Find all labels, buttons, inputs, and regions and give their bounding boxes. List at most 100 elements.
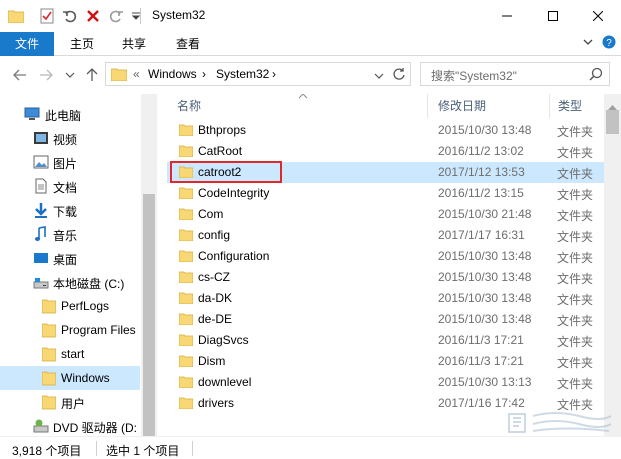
minimize-button[interactable] [484, 0, 530, 32]
file-name: Dism [198, 354, 226, 368]
properties-icon[interactable] [37, 6, 57, 26]
help-icon[interactable]: ? [602, 35, 616, 52]
file-row[interactable]: CatRoot 2016/11/2 13:02 文件夹 [167, 141, 605, 162]
file-row[interactable]: Configuration 2015/10/30 13:48 文件夹 [167, 246, 605, 267]
file-date: 2015/10/30 21:48 [438, 207, 532, 221]
title-bar: System32 [0, 0, 621, 32]
folder-icon [178, 124, 194, 137]
column-divider[interactable] [427, 94, 428, 118]
sidebar-item-this-pc[interactable]: 此电脑 [0, 102, 140, 126]
folder-icon [178, 313, 194, 326]
file-row[interactable]: de-DE 2015/10/30 13:48 文件夹 [167, 309, 605, 330]
file-list-scrollbar-thumb[interactable] [606, 110, 619, 134]
file-type: 文件夹 [557, 377, 594, 391]
file-date: 2015/10/30 13:48 [438, 123, 532, 137]
sidebar-item-local-disk-c[interactable]: 本地磁盘 (C:) [0, 270, 140, 294]
file-type: 文件夹 [557, 356, 594, 370]
breadcrumb-overflow[interactable]: « [133, 67, 140, 81]
forward-button[interactable] [36, 65, 56, 85]
folder-icon [178, 229, 194, 242]
folder-icon [178, 292, 194, 305]
file-date: 2017/1/16 17:42 [438, 396, 525, 410]
file-row[interactable]: da-DK 2015/10/30 13:48 文件夹 [167, 288, 605, 309]
file-type: 文件夹 [557, 251, 594, 265]
sidebar-scrollbar-thumb[interactable] [143, 194, 155, 436]
file-name: downlevel [198, 375, 252, 389]
sidebar-item-label: DVD 驱动器 (D: [53, 421, 138, 435]
address-history-button[interactable] [374, 69, 384, 83]
sidebar-item-program-files[interactable]: Program Files [0, 318, 140, 342]
file-list-scrollbar[interactable] [604, 94, 621, 436]
sidebar-item-windows[interactable]: Windows [0, 366, 140, 390]
file-date: 2015/10/30 13:48 [438, 249, 532, 263]
sidebar-item-dvd-drive[interactable]: DVD 驱动器 (D: [0, 414, 140, 436]
sidebar-item-users[interactable]: 用户 [0, 390, 140, 414]
folder-icon [41, 322, 58, 338]
sidebar-item-label: PerfLogs [61, 299, 110, 313]
redo-icon[interactable] [106, 6, 126, 26]
refresh-button[interactable] [392, 67, 406, 84]
sidebar-item-perflogs[interactable]: PerfLogs [0, 294, 140, 318]
file-row[interactable]: CodeIntegrity 2016/11/2 13:15 文件夹 [167, 183, 605, 204]
sidebar-item-documents[interactable]: 文档 [0, 174, 140, 198]
chevron-down-icon [65, 72, 75, 78]
file-row[interactable]: cs-CZ 2015/10/30 13:48 文件夹 [167, 267, 605, 288]
tab-file[interactable]: 文件 [0, 32, 54, 56]
column-divider[interactable] [549, 94, 550, 118]
sidebar-item-downloads[interactable]: 下载 [0, 198, 140, 222]
sidebar-item-start[interactable]: start [0, 342, 140, 366]
column-header-type[interactable]: 类型 [558, 94, 608, 118]
navigation-pane: 此电脑 视频 图片 文档 下载 音乐 桌面 本地磁盘 (C:) PerfLogs… [0, 94, 157, 436]
file-name: da-DK [198, 291, 233, 305]
sidebar-item-pictures[interactable]: 图片 [0, 150, 140, 174]
column-header-name[interactable]: 名称 [177, 94, 427, 118]
file-row[interactable]: Dism 2016/11/3 17:21 文件夹 [167, 351, 605, 372]
file-type: 文件夹 [557, 272, 594, 286]
document-icon [33, 178, 49, 194]
recent-locations-button[interactable] [60, 65, 80, 85]
tab-view[interactable]: 查看 [164, 32, 212, 56]
file-type: 文件夹 [557, 146, 594, 160]
up-button[interactable] [82, 65, 102, 85]
column-header-date[interactable]: 修改日期 [438, 94, 548, 118]
sidebar-item-label: 图片 [53, 157, 78, 171]
address-bar[interactable]: « Windows › System32 › [105, 62, 411, 86]
sidebar-item-music[interactable]: 音乐 [0, 222, 140, 246]
file-name: CodeIntegrity [198, 186, 270, 200]
file-name: Com [198, 207, 224, 221]
sidebar-item-videos[interactable]: 视频 [0, 126, 140, 150]
search-placeholder: 搜索"System32" [431, 69, 517, 83]
sidebar-item-label: Windows [61, 371, 110, 385]
file-row[interactable]: Bthprops 2015/10/30 13:48 文件夹 [167, 120, 605, 141]
maximize-button[interactable] [530, 0, 576, 32]
folder-icon [178, 250, 194, 263]
close-button[interactable] [575, 0, 621, 32]
expand-ribbon-icon[interactable] [582, 36, 594, 51]
file-name: de-DE [198, 312, 233, 326]
folder-icon [178, 334, 194, 347]
window-title: System32 [152, 8, 206, 22]
customize-toolbar-icon[interactable] [126, 6, 146, 26]
search-icon[interactable] [589, 67, 603, 84]
breadcrumb-windows[interactable]: Windows [148, 67, 197, 81]
tab-home[interactable]: 主页 [58, 32, 106, 56]
file-row[interactable]: config 2017/1/17 16:31 文件夹 [167, 225, 605, 246]
file-date: 2015/10/30 13:13 [438, 375, 532, 389]
file-date: 2016/11/2 13:15 [438, 186, 524, 200]
folder-icon [178, 376, 194, 389]
maximize-icon [548, 11, 558, 21]
file-name: DiagSvcs [198, 333, 249, 347]
sidebar-item-label: start [61, 347, 85, 361]
file-type: 文件夹 [557, 230, 594, 244]
sidebar-item-desktop[interactable]: 桌面 [0, 246, 140, 270]
file-name: Bthprops [198, 123, 247, 137]
file-row[interactable]: downlevel 2015/10/30 13:13 文件夹 [167, 372, 605, 393]
tab-share[interactable]: 共享 [110, 32, 158, 56]
delete-icon[interactable] [83, 6, 103, 26]
breadcrumb-system32[interactable]: System32 [216, 67, 269, 81]
search-input[interactable]: 搜索"System32" [420, 62, 610, 86]
file-row[interactable]: DiagSvcs 2016/11/3 17:21 文件夹 [167, 330, 605, 351]
undo-icon[interactable] [60, 6, 80, 26]
file-row[interactable]: Com 2015/10/30 21:48 文件夹 [167, 204, 605, 225]
back-button[interactable] [10, 65, 30, 85]
